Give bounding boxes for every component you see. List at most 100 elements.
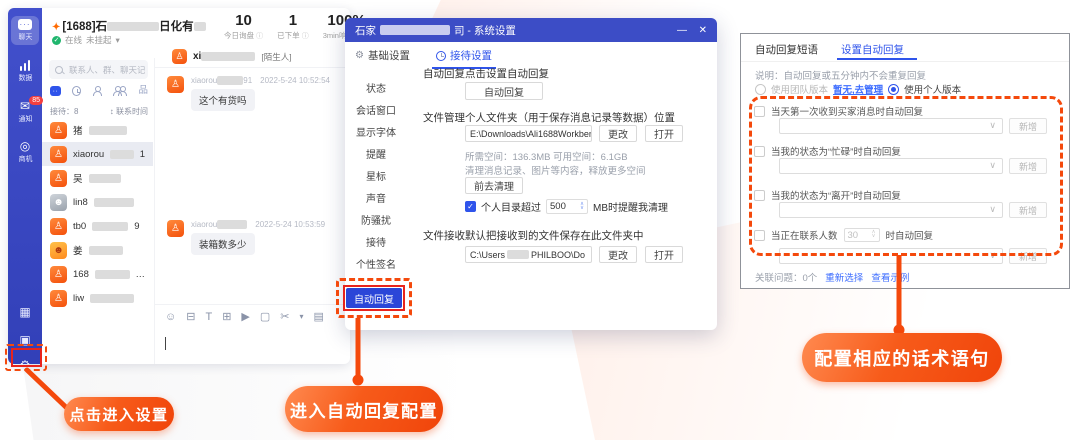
open-recv-folder-button[interactable]: 打开: [645, 246, 683, 263]
redacted-text: [194, 22, 206, 31]
video-icon[interactable]: ▶: [241, 311, 249, 323]
tab-reply-phrases[interactable]: 自动回复短语: [755, 42, 818, 57]
contact-count-input[interactable]: 30 ∧∨: [844, 228, 880, 242]
list-item-selected[interactable]: ♙ xiaorou1: [42, 142, 153, 166]
sort-control[interactable]: ↕ 联系时间: [110, 106, 148, 117]
menu-item-status[interactable]: 状态: [347, 80, 405, 95]
tab-org-icon[interactable]: 品: [138, 86, 148, 96]
list-item[interactable]: ♙ 吴: [42, 166, 153, 190]
rule-reply-dropdown[interactable]: [779, 118, 1003, 134]
file-mgmt-label: 文件管理: [423, 110, 465, 125]
list-item[interactable]: ♙ 168…: [42, 262, 153, 286]
caret-down-icon[interactable]: ▾: [300, 311, 304, 323]
change-recv-folder-button[interactable]: 更改: [599, 246, 637, 263]
personal-folder-path-input[interactable]: E:\Downloads\Ali1688Workben: [465, 125, 592, 142]
rule-reply-dropdown[interactable]: [779, 202, 1003, 218]
add-reply-button[interactable]: 新增: [1009, 158, 1047, 174]
card-icon[interactable]: ⊟: [186, 311, 195, 323]
menu-item-reception[interactable]: 接待: [347, 234, 405, 249]
spinner-icon[interactable]: ∧∨: [580, 203, 584, 210]
trash-icon[interactable]: ▤: [314, 311, 324, 323]
caret-down-icon[interactable]: ▾: [116, 35, 120, 46]
menu-item-star[interactable]: 星标: [347, 168, 405, 183]
sidebar-item-data[interactable]: 数据: [11, 60, 39, 83]
tab-groups-icon[interactable]: [112, 86, 127, 96]
menu-item-font[interactable]: 显示字体: [347, 124, 405, 139]
add-reply-button[interactable]: 新增: [1009, 118, 1047, 134]
auto-reply-button[interactable]: 自动回复: [465, 82, 543, 100]
menu-item-sound[interactable]: 声音: [347, 190, 405, 205]
grid-apps-icon[interactable]: ▦: [8, 305, 42, 319]
team-version-radio[interactable]: [755, 84, 766, 95]
search-box[interactable]: [49, 60, 148, 79]
font-icon[interactable]: T: [205, 311, 212, 323]
rule-checkbox[interactable]: [754, 106, 765, 117]
folder-icon[interactable]: ▢: [260, 311, 270, 323]
redacted-text: [217, 220, 247, 229]
panel-note: 说明：自动回复或五分钟内不会重复回复: [755, 68, 926, 82]
rule-checkbox[interactable]: [754, 230, 765, 241]
avatar: ♙: [167, 220, 184, 237]
panel-footer: 关联问题：0个 重新选择 查看示例: [755, 270, 909, 284]
list-item[interactable]: ♙ liw: [42, 286, 153, 310]
status-online-label: 在线: [65, 34, 82, 46]
rule-reply-dropdown[interactable]: [779, 248, 1003, 264]
list-item[interactable]: ☻ lin8: [42, 190, 153, 214]
sidebar-item-chat[interactable]: ··· 聊天: [11, 16, 39, 45]
menu-item-signature[interactable]: 个性签名: [347, 256, 405, 271]
tab-set-auto-reply[interactable]: 设置自动回复: [841, 42, 904, 57]
contact-list: ♙ 猪 ♙ xiaorou1 ♙ 吴 ☻ lin8 ♙ tb09: [42, 118, 153, 310]
file-mgmt-hint: 个人文件夹（用于保存消息记录等数据）位置: [465, 110, 675, 125]
active-tab-underline: [837, 58, 917, 60]
rule-checkbox[interactable]: [754, 190, 765, 201]
open-folder-button[interactable]: 打开: [645, 125, 683, 142]
change-folder-button[interactable]: 更改: [599, 125, 637, 142]
menu-item-antispam[interactable]: 防骚扰: [347, 212, 405, 227]
avatar: ♙: [50, 170, 67, 187]
receive-folder-path-input[interactable]: C:\UsersPHILBOO\Do: [465, 246, 592, 263]
bar-chart-icon: [20, 60, 31, 71]
manage-link[interactable]: 暂无,去管理: [833, 82, 883, 96]
threshold-number-input[interactable]: 500 ∧∨: [546, 199, 588, 214]
message: ♙ xiaorou 2022-5-24 10:53:59 装箱数多少: [167, 220, 342, 255]
list-item[interactable]: ☻ 姜: [42, 238, 153, 262]
search-input[interactable]: [67, 64, 147, 76]
list-item[interactable]: ♙ 猪: [42, 118, 153, 142]
tab-chats-icon[interactable]: ··: [50, 86, 61, 96]
spinner-icon[interactable]: ∧∨: [871, 231, 875, 238]
add-reply-button[interactable]: 新增: [1009, 248, 1047, 264]
clean-button[interactable]: 前去清理: [465, 177, 523, 194]
tab-contacts-icon[interactable]: [92, 86, 101, 96]
chat-bubble-icon: ···: [18, 19, 32, 30]
related-questions-count: 关联问题：0个: [755, 270, 817, 284]
emoji-icon[interactable]: ☺: [165, 311, 176, 323]
view-example-link[interactable]: 查看示例: [871, 270, 909, 284]
avatar: ♙: [50, 218, 67, 235]
close-button[interactable]: ✕: [699, 18, 707, 42]
tab-basic-settings[interactable]: ⚙ 基础设置: [355, 48, 410, 69]
sidebar-item-notifications[interactable]: ✉ 85 通知: [11, 100, 39, 124]
sidebar-item-business[interactable]: ◎ 商机: [11, 140, 39, 164]
reselect-link[interactable]: 重新选择: [825, 270, 863, 284]
rule-checkbox[interactable]: [754, 146, 765, 157]
redacted-text: [89, 126, 127, 135]
personal-version-radio[interactable]: [888, 84, 899, 95]
scissors-icon[interactable]: ✂: [280, 311, 289, 323]
rule-reply-dropdown[interactable]: [779, 158, 1003, 174]
dialog-titlebar[interactable]: 石家司 - 系统设置: [345, 18, 717, 42]
avatar: ☻: [50, 194, 67, 211]
menu-item-session[interactable]: 会话窗口: [347, 102, 405, 117]
search-icon: [55, 66, 63, 74]
minimize-button[interactable]: —: [677, 18, 687, 42]
threshold-checkbox[interactable]: ✓: [465, 201, 476, 212]
add-reply-button[interactable]: 新增: [1009, 202, 1047, 218]
image-icon[interactable]: ⊞: [222, 311, 231, 323]
tab-recent-icon[interactable]: [72, 86, 81, 96]
threshold-row: ✓ 个人目录超过 500 ∧∨ MB时提醒我清理: [465, 199, 668, 214]
callout-configure-phrases: 配置相应的话术语句: [802, 333, 1002, 382]
status-suspend-label[interactable]: 未挂起: [86, 34, 112, 46]
menu-item-remind[interactable]: 提醒: [347, 146, 405, 161]
info-icon: ⓘ: [256, 33, 263, 40]
list-item[interactable]: ♙ tb09: [42, 214, 153, 238]
reception-row: 接待：8 ↕ 联系时间: [50, 106, 148, 117]
